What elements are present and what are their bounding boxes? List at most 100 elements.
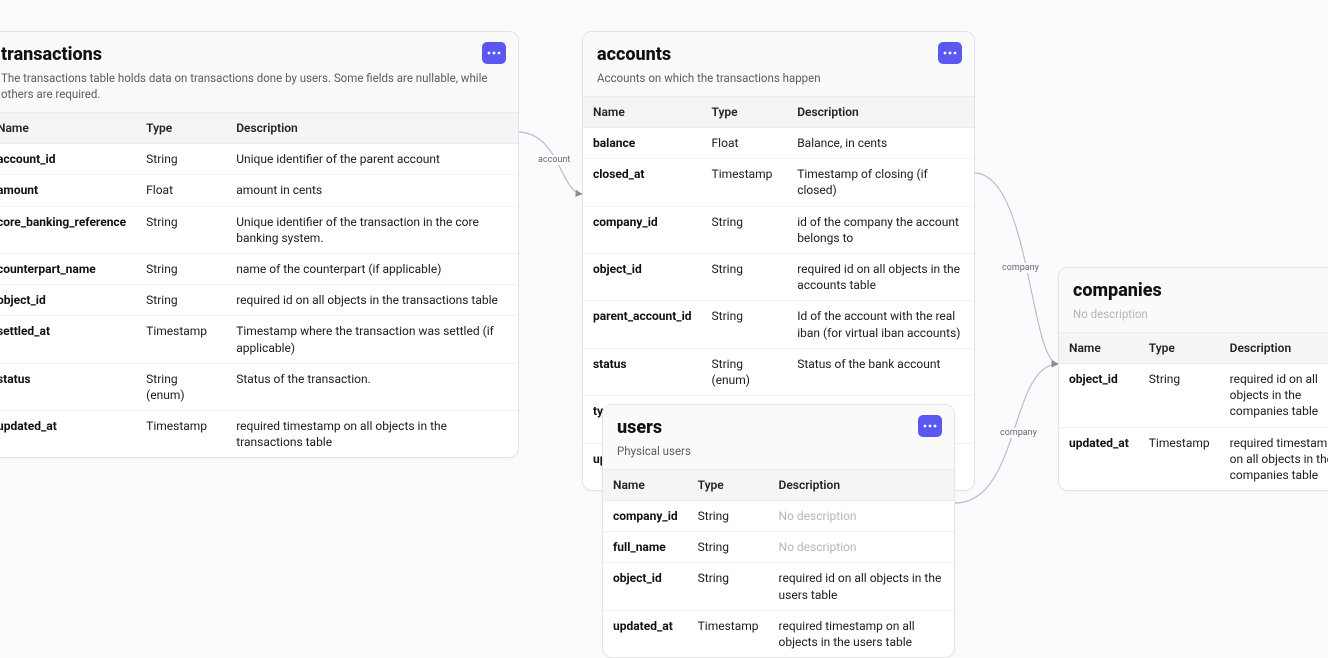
table-row[interactable]: object_idStringrequired id on all object… (603, 563, 954, 610)
entity-header: transactions The transactions table hold… (0, 32, 518, 113)
entity-more-button[interactable] (938, 42, 962, 64)
table-row[interactable]: updated_atTimestamprequired timestamp on… (0, 411, 518, 458)
field-description: required timestamp on all objects in the… (226, 411, 518, 458)
field-type: String (688, 563, 769, 610)
table-row[interactable]: account_idStringUnique identifier of the… (0, 144, 518, 175)
field-type: String (enum) (702, 348, 788, 395)
table-row[interactable]: updated_atTimestamprequired timestamp on… (1059, 427, 1328, 490)
field-type: Timestamp (702, 159, 788, 206)
entity-transactions[interactable]: transactions The transactions table hold… (0, 31, 519, 458)
table-row[interactable]: updated_atTimestamprequired timestamp on… (603, 610, 954, 657)
table-row[interactable]: core_banking_referenceStringUnique ident… (0, 206, 518, 253)
field-type: String (enum) (136, 363, 226, 410)
field-type: String (702, 206, 788, 253)
entity-more-button[interactable] (918, 415, 942, 437)
field-name: status (583, 348, 702, 395)
field-type: Timestamp (1139, 427, 1220, 490)
edge-accounts-companies (975, 173, 1058, 364)
edge-label: company (1000, 263, 1041, 273)
field-description: Unique identifier of the parent account (226, 144, 518, 175)
table-row[interactable]: company_idStringid of the company the ac… (583, 206, 974, 253)
entity-description: The transactions table holds data on tra… (1, 70, 504, 102)
field-type: Timestamp (136, 316, 226, 363)
entity-title: companies (1073, 280, 1328, 301)
schema-canvas[interactable]: transactions The transactions table hold… (0, 0, 1328, 621)
entity-title: accounts (597, 44, 960, 65)
field-name: full_name (603, 532, 688, 563)
entity-more-button[interactable] (482, 42, 506, 64)
col-name: Name (603, 470, 688, 501)
table-row[interactable]: full_nameStringNo description (603, 532, 954, 563)
col-name: Name (0, 113, 136, 144)
field-description: amount in cents (226, 175, 518, 206)
field-description: id of the company the account belongs to (787, 206, 974, 253)
field-type: String (136, 206, 226, 253)
table-row[interactable]: amountFloatamount in cents (0, 175, 518, 206)
entity-description: Physical users (617, 443, 940, 459)
field-type: Timestamp (136, 411, 226, 458)
field-name: object_id (1059, 364, 1139, 428)
entity-header: accounts Accounts on which the transacti… (583, 32, 974, 97)
col-description: Description (226, 113, 518, 144)
table-row[interactable]: closed_atTimestampTimestamp of closing (… (583, 159, 974, 206)
field-description: required id on all objects in the compan… (1220, 364, 1328, 428)
col-description: Description (787, 97, 974, 128)
field-type: Timestamp (688, 610, 769, 657)
col-type: Type (688, 470, 769, 501)
table-row[interactable]: balanceFloatBalance, in cents (583, 128, 974, 159)
field-name: amount (0, 175, 136, 206)
fields-table: Name Type Description account_idStringUn… (0, 113, 518, 457)
fields-table: Name Type Description company_idStringNo… (603, 470, 954, 657)
field-name: company_id (603, 501, 688, 532)
field-name: updated_at (603, 610, 688, 657)
field-type: String (702, 301, 788, 348)
table-row[interactable]: company_idStringNo description (603, 501, 954, 532)
field-name: parent_account_id (583, 301, 702, 348)
field-description: Balance, in cents (787, 128, 974, 159)
field-description: name of the counterpart (if applicable) (226, 253, 518, 284)
col-type: Type (702, 97, 788, 128)
entity-companies[interactable]: companies No description Name Type Descr… (1058, 267, 1328, 491)
entity-title: users (617, 417, 940, 438)
field-description: required timestamp on all objects in the… (1220, 427, 1328, 490)
field-description: Timestamp of closing (if closed) (787, 159, 974, 206)
field-description: Id of the account with the real iban (fo… (787, 301, 974, 348)
field-description: Unique identifier of the transaction in … (226, 206, 518, 253)
field-description: required id on all objects in the users … (769, 563, 954, 610)
field-name: updated_at (0, 411, 136, 458)
entity-header: users Physical users (603, 405, 954, 470)
table-row[interactable]: settled_atTimestampTimestamp where the t… (0, 316, 518, 363)
entity-description: Accounts on which the transactions happe… (597, 70, 960, 86)
table-row[interactable]: object_idStringrequired id on all object… (583, 254, 974, 301)
col-name: Name (1059, 333, 1139, 364)
field-name: account_id (0, 144, 136, 175)
field-description: No description (769, 532, 954, 563)
field-type: String (136, 285, 226, 316)
table-row[interactable]: object_idStringrequired id on all object… (1059, 364, 1328, 428)
ellipsis-icon (923, 424, 937, 428)
col-type: Type (136, 113, 226, 144)
field-type: String (702, 254, 788, 301)
table-row[interactable]: object_idStringrequired id on all object… (0, 285, 518, 316)
table-row[interactable]: statusString (enum)Status of the bank ac… (583, 348, 974, 395)
field-name: closed_at (583, 159, 702, 206)
field-type: String (136, 144, 226, 175)
field-name: counterpart_name (0, 253, 136, 284)
entity-users[interactable]: users Physical users Name Type Descripti… (602, 404, 955, 658)
field-description: No description (769, 501, 954, 532)
field-type: Float (702, 128, 788, 159)
table-row[interactable]: parent_account_idStringId of the account… (583, 301, 974, 348)
field-description: Status of the transaction. (226, 363, 518, 410)
field-name: settled_at (0, 316, 136, 363)
table-row[interactable]: statusString (enum)Status of the transac… (0, 363, 518, 410)
entity-header: companies No description (1059, 268, 1328, 333)
table-row[interactable]: counterpart_nameStringname of the counte… (0, 253, 518, 284)
field-type: String (688, 532, 769, 563)
fields-table: Name Type Description object_idStringreq… (1059, 333, 1328, 490)
field-name: object_id (583, 254, 702, 301)
col-description: Description (1220, 333, 1328, 364)
field-description: Status of the bank account (787, 348, 974, 395)
ellipsis-icon (487, 51, 501, 55)
field-type: Float (136, 175, 226, 206)
field-name: status (0, 363, 136, 410)
